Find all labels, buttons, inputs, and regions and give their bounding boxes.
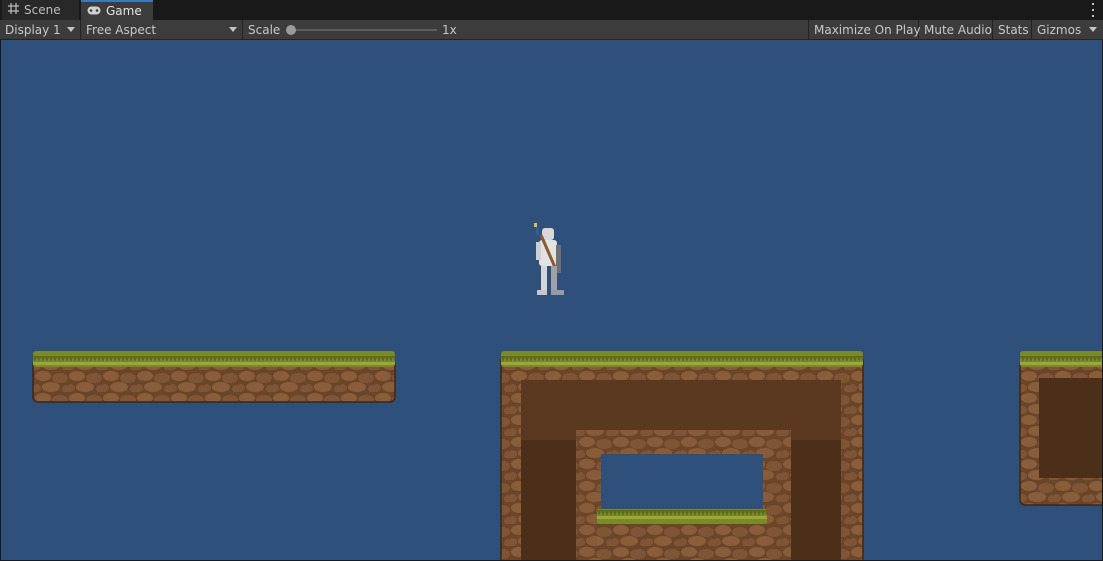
display-dropdown[interactable]: Display 1 xyxy=(0,20,81,39)
scale-label: Scale xyxy=(248,22,281,37)
platform-right xyxy=(1019,351,1102,506)
tab-game[interactable]: Game xyxy=(81,0,153,20)
platform-center xyxy=(500,351,864,560)
gamepad-icon xyxy=(87,4,101,18)
gizmos-dropdown[interactable]: Gizmos xyxy=(1032,20,1103,39)
game-viewport[interactable] xyxy=(1,40,1102,560)
more-options-icon[interactable] xyxy=(1091,3,1095,17)
stats-toggle[interactable]: Stats xyxy=(993,20,1032,39)
aspect-value: Free Aspect xyxy=(86,22,157,37)
chevron-down-icon xyxy=(229,27,237,32)
tab-label: Scene xyxy=(24,3,61,17)
chevron-down-icon xyxy=(1089,27,1097,32)
tab-scene[interactable]: Scene xyxy=(2,0,79,20)
gizmos-label: Gizmos xyxy=(1037,22,1082,37)
tab-label: Game xyxy=(106,4,142,18)
maximize-on-play-toggle[interactable]: Maximize On Play xyxy=(808,20,921,39)
scale-value: 1x xyxy=(442,22,457,37)
game-toolbar: Display 1 Free Aspect Scale 1x Maximize … xyxy=(0,20,1103,40)
scale-slider-handle[interactable] xyxy=(286,25,296,35)
scale-slider-track[interactable] xyxy=(291,29,437,31)
scale-control: Scale 1x xyxy=(243,20,473,39)
grid-icon xyxy=(8,3,19,17)
player-character xyxy=(534,223,564,295)
chevron-down-icon xyxy=(67,27,75,32)
aspect-dropdown[interactable]: Free Aspect xyxy=(81,20,243,39)
tab-bar: Scene Game xyxy=(0,0,1103,20)
game-scene xyxy=(32,223,1102,560)
platform-left xyxy=(32,351,396,403)
mute-audio-toggle[interactable]: Mute Audio xyxy=(919,20,993,39)
display-value: Display 1 xyxy=(5,22,61,37)
